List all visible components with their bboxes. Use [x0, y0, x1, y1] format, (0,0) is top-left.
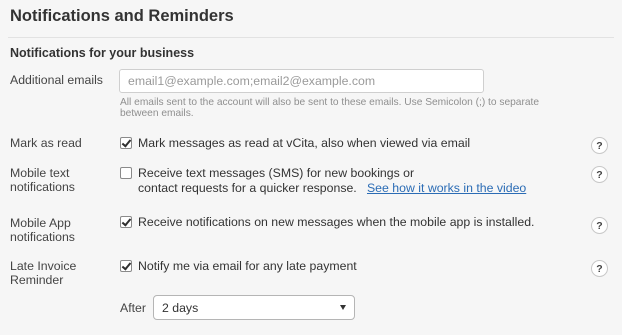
late-invoice-label-line: Late Invoice	[10, 259, 77, 273]
help-text-line: All emails sent to the account will also…	[120, 97, 540, 108]
additional-emails-label: Additional emails	[10, 73, 103, 87]
mobile-app-row: Receive notifications on new messages wh…	[120, 215, 534, 230]
mobile-app-checkbox[interactable]	[120, 216, 132, 228]
page-title: Notifications and Reminders	[10, 7, 234, 25]
additional-emails-input[interactable]	[119, 69, 484, 93]
mobile-text-text-line: Receive text messages (SMS) for new book…	[138, 166, 415, 180]
after-days-selected-value: 2 days	[162, 301, 199, 315]
late-invoice-label-line: Reminder	[10, 273, 64, 287]
mobile-text-label: Mobile text notifications	[10, 166, 120, 194]
late-invoice-row: Notify me via email for any late payment	[120, 259, 357, 274]
video-link[interactable]: See how it works in the video	[367, 181, 526, 195]
mobile-text-row: Receive text messages (SMS) for new book…	[120, 166, 526, 196]
mobile-app-label-line: Mobile App	[10, 216, 71, 230]
title-divider	[8, 37, 614, 38]
section-title: Notifications for your business	[10, 46, 195, 60]
additional-emails-help: All emails sent to the account will also…	[120, 97, 600, 119]
late-invoice-checkbox[interactable]	[120, 260, 132, 272]
mobile-app-text: Receive notifications on new messages wh…	[138, 215, 535, 229]
mark-as-read-help-icon[interactable]: ?	[591, 137, 608, 154]
help-text-line: between emails.	[120, 108, 194, 119]
mark-as-read-text: Mark messages as read at vCita, also whe…	[138, 136, 471, 150]
late-invoice-help-icon[interactable]: ?	[591, 260, 608, 277]
late-invoice-label: Late Invoice Reminder	[10, 259, 120, 287]
after-label: After	[120, 301, 146, 315]
mobile-text-text-line2: contact requests for a quicker response.…	[138, 181, 526, 196]
mobile-text-text-part: contact requests for a quicker response.	[138, 181, 357, 195]
mobile-text-label-line: Mobile text	[10, 166, 70, 180]
mark-as-read-checkbox[interactable]	[120, 137, 132, 149]
mobile-app-label-line: notifications	[10, 230, 75, 244]
mark-as-read-row: Mark messages as read at vCita, also whe…	[120, 136, 470, 151]
mobile-text-checkbox[interactable]	[120, 167, 132, 179]
mark-as-read-label: Mark as read	[10, 136, 82, 150]
mobile-app-label: Mobile App notifications	[10, 216, 120, 244]
late-invoice-text: Notify me via email for any late payment	[138, 259, 357, 273]
mobile-text-text: Receive text messages (SMS) for new book…	[138, 166, 526, 196]
mobile-text-label-line: notifications	[10, 180, 75, 194]
mobile-app-help-icon[interactable]: ?	[591, 217, 608, 234]
chevron-down-icon	[340, 305, 346, 310]
mobile-text-help-icon[interactable]: ?	[591, 166, 608, 183]
after-days-select[interactable]: 2 days	[153, 295, 355, 320]
